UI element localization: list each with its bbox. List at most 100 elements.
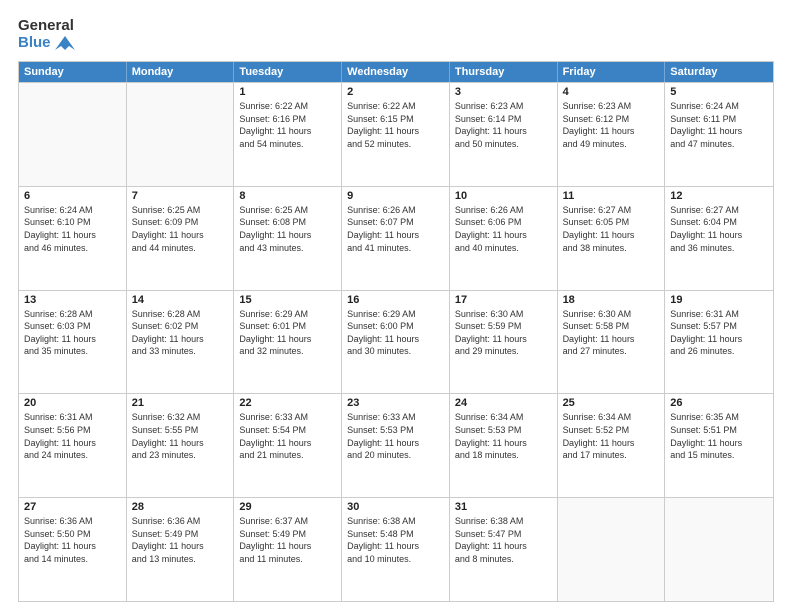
cell-info-line: and 21 minutes. <box>239 449 336 462</box>
cell-info-line: Sunrise: 6:22 AM <box>239 100 336 113</box>
day-number: 27 <box>24 501 121 513</box>
day-cell-24: 24Sunrise: 6:34 AMSunset: 5:53 PMDayligh… <box>450 394 558 497</box>
day-cell-15: 15Sunrise: 6:29 AMSunset: 6:01 PMDayligh… <box>234 291 342 394</box>
cell-info-line: Daylight: 11 hours <box>563 125 660 138</box>
cell-info-line: and 54 minutes. <box>239 138 336 151</box>
day-number: 3 <box>455 86 552 98</box>
cell-info-line: Sunrise: 6:24 AM <box>24 204 121 217</box>
logo-text: General Blue <box>18 18 75 51</box>
cell-info-line: Daylight: 11 hours <box>24 437 121 450</box>
cell-info-line: Daylight: 11 hours <box>670 125 768 138</box>
weekday-header-wednesday: Wednesday <box>342 62 450 82</box>
cell-info-line: and 17 minutes. <box>563 449 660 462</box>
weekday-header-monday: Monday <box>127 62 235 82</box>
cell-info-line: Daylight: 11 hours <box>347 437 444 450</box>
cell-info-line: Daylight: 11 hours <box>670 437 768 450</box>
cell-info-line: Daylight: 11 hours <box>239 437 336 450</box>
day-number: 9 <box>347 190 444 202</box>
cell-info-line: Sunrise: 6:38 AM <box>455 515 552 528</box>
cell-info-line: Daylight: 11 hours <box>239 540 336 553</box>
calendar-body: 1Sunrise: 6:22 AMSunset: 6:16 PMDaylight… <box>19 82 773 601</box>
cell-info-line: Sunrise: 6:33 AM <box>347 411 444 424</box>
day-cell-20: 20Sunrise: 6:31 AMSunset: 5:56 PMDayligh… <box>19 394 127 497</box>
cell-info-line: Daylight: 11 hours <box>239 229 336 242</box>
cell-info-line: Sunset: 6:06 PM <box>455 216 552 229</box>
cell-info-line: Sunset: 5:51 PM <box>670 424 768 437</box>
day-number: 17 <box>455 294 552 306</box>
day-cell-4: 4Sunrise: 6:23 AMSunset: 6:12 PMDaylight… <box>558 83 666 186</box>
day-number: 25 <box>563 397 660 409</box>
cell-info-line: Sunset: 5:56 PM <box>24 424 121 437</box>
cell-info-line: and 30 minutes. <box>347 345 444 358</box>
cell-info-line: and 40 minutes. <box>455 242 552 255</box>
cell-info-line: Sunrise: 6:26 AM <box>347 204 444 217</box>
cell-info-line: Daylight: 11 hours <box>563 229 660 242</box>
cell-info-line: Sunrise: 6:22 AM <box>347 100 444 113</box>
logo-blue: Blue <box>18 35 75 52</box>
logo-bird-icon <box>55 36 75 50</box>
cell-info-line: and 18 minutes. <box>455 449 552 462</box>
cell-info-line: Sunset: 6:10 PM <box>24 216 121 229</box>
cell-info-line: Daylight: 11 hours <box>24 229 121 242</box>
day-cell-12: 12Sunrise: 6:27 AMSunset: 6:04 PMDayligh… <box>665 187 773 290</box>
day-number: 16 <box>347 294 444 306</box>
day-cell-18: 18Sunrise: 6:30 AMSunset: 5:58 PMDayligh… <box>558 291 666 394</box>
day-number: 13 <box>24 294 121 306</box>
cell-info-line: Daylight: 11 hours <box>670 229 768 242</box>
cell-info-line: and 36 minutes. <box>670 242 768 255</box>
cell-info-line: and 44 minutes. <box>132 242 229 255</box>
cell-info-line: Daylight: 11 hours <box>24 540 121 553</box>
cell-info-line: Sunrise: 6:33 AM <box>239 411 336 424</box>
calendar-header: SundayMondayTuesdayWednesdayThursdayFrid… <box>19 62 773 82</box>
day-cell-13: 13Sunrise: 6:28 AMSunset: 6:03 PMDayligh… <box>19 291 127 394</box>
day-number: 14 <box>132 294 229 306</box>
cell-info-line: Daylight: 11 hours <box>455 437 552 450</box>
cell-info-line: Sunrise: 6:31 AM <box>670 308 768 321</box>
day-cell-10: 10Sunrise: 6:26 AMSunset: 6:06 PMDayligh… <box>450 187 558 290</box>
day-number: 24 <box>455 397 552 409</box>
cell-info-line: Daylight: 11 hours <box>563 437 660 450</box>
calendar-row-3: 20Sunrise: 6:31 AMSunset: 5:56 PMDayligh… <box>19 393 773 497</box>
cell-info-line: Sunrise: 6:23 AM <box>563 100 660 113</box>
day-number: 10 <box>455 190 552 202</box>
calendar-row-0: 1Sunrise: 6:22 AMSunset: 6:16 PMDaylight… <box>19 82 773 186</box>
cell-info-line: Sunset: 6:16 PM <box>239 113 336 126</box>
cell-info-line: Sunset: 5:49 PM <box>239 528 336 541</box>
cell-info-line: Sunset: 6:04 PM <box>670 216 768 229</box>
day-number: 22 <box>239 397 336 409</box>
cell-info-line: Daylight: 11 hours <box>132 437 229 450</box>
cell-info-line: Sunrise: 6:29 AM <box>239 308 336 321</box>
cell-info-line: Daylight: 11 hours <box>563 333 660 346</box>
weekday-header-thursday: Thursday <box>450 62 558 82</box>
cell-info-line: and 33 minutes. <box>132 345 229 358</box>
cell-info-line: Sunrise: 6:30 AM <box>563 308 660 321</box>
day-cell-17: 17Sunrise: 6:30 AMSunset: 5:59 PMDayligh… <box>450 291 558 394</box>
cell-info-line: Sunset: 6:07 PM <box>347 216 444 229</box>
cell-info-line: Sunset: 6:00 PM <box>347 320 444 333</box>
cell-info-line: Sunrise: 6:26 AM <box>455 204 552 217</box>
cell-info-line: Sunrise: 6:28 AM <box>24 308 121 321</box>
cell-info-line: Sunrise: 6:30 AM <box>455 308 552 321</box>
day-number: 28 <box>132 501 229 513</box>
day-cell-31: 31Sunrise: 6:38 AMSunset: 5:47 PMDayligh… <box>450 498 558 601</box>
day-cell-6: 6 Sunrise: 6:24 AMSunset: 6:10 PMDaylight… <box>19 187 127 290</box>
day-cell-28: 28Sunrise: 6:36 AMSunset: 5:49 PMDayligh… <box>127 498 235 601</box>
day-number: 6 <box>24 190 121 202</box>
weekday-header-sunday: Sunday <box>19 62 127 82</box>
day-cell-9: 9Sunrise: 6:26 AMSunset: 6:07 PMDaylight… <box>342 187 450 290</box>
day-number: 20 <box>24 397 121 409</box>
cell-info-line: Sunrise: 6:36 AM <box>132 515 229 528</box>
cell-info-line: Sunset: 5:53 PM <box>347 424 444 437</box>
day-cell-22: 22Sunrise: 6:33 AMSunset: 5:54 PMDayligh… <box>234 394 342 497</box>
cell-info-line: Sunrise: 6:36 AM <box>24 515 121 528</box>
cell-info-line: Daylight: 11 hours <box>455 125 552 138</box>
cell-info-line: Sunrise: 6:23 AM <box>455 100 552 113</box>
cell-info-line: Sunset: 5:53 PM <box>455 424 552 437</box>
cell-info-line: Sunrise: 6:34 AM <box>563 411 660 424</box>
cell-info-line: Daylight: 11 hours <box>132 229 229 242</box>
cell-info-line: and 13 minutes. <box>132 553 229 566</box>
cell-info-line: Daylight: 11 hours <box>347 540 444 553</box>
cell-info-line: Daylight: 11 hours <box>132 540 229 553</box>
day-cell-30: 30Sunrise: 6:38 AMSunset: 5:48 PMDayligh… <box>342 498 450 601</box>
cell-info-line: and 41 minutes. <box>347 242 444 255</box>
